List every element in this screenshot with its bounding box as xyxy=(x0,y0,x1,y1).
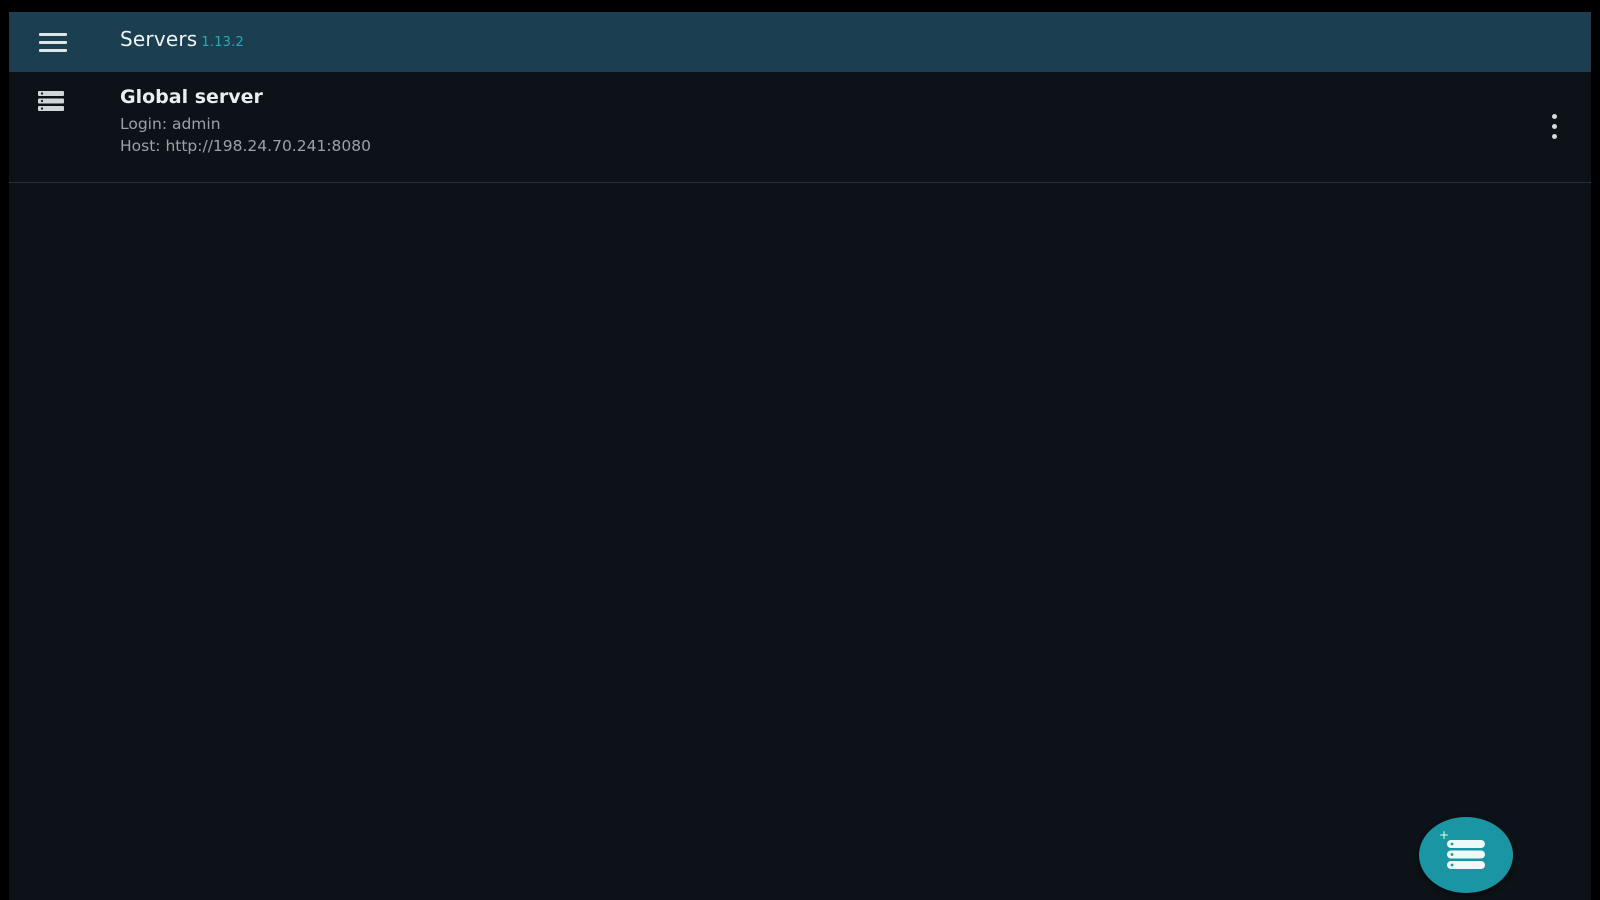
app-version: 1.13.2 xyxy=(201,35,244,50)
page-title-text: Servers xyxy=(120,27,198,51)
hamburger-menu-icon[interactable] xyxy=(33,30,69,54)
add-server-button[interactable]: + xyxy=(1419,817,1513,893)
server-host: Host: http://198.24.70.241:8080 xyxy=(120,137,371,155)
svg-text:+: + xyxy=(1439,828,1449,842)
page-title: Servers 1.13.2 xyxy=(120,27,244,51)
server-stack-icon xyxy=(38,91,64,111)
add-server-icon: + xyxy=(1439,828,1485,869)
server-name: Global server xyxy=(120,86,263,108)
more-vertical-icon[interactable] xyxy=(1543,110,1567,144)
server-login: Login: admin xyxy=(120,115,221,133)
app-screen: Servers 1.13.2 Global server Login: admin… xyxy=(9,12,1591,900)
server-details: Global server Login: admin Host: http://… xyxy=(120,86,371,155)
app-bar: Servers 1.13.2 xyxy=(9,12,1591,72)
server-list-item[interactable]: Global server Login: admin Host: http://… xyxy=(9,72,1591,183)
